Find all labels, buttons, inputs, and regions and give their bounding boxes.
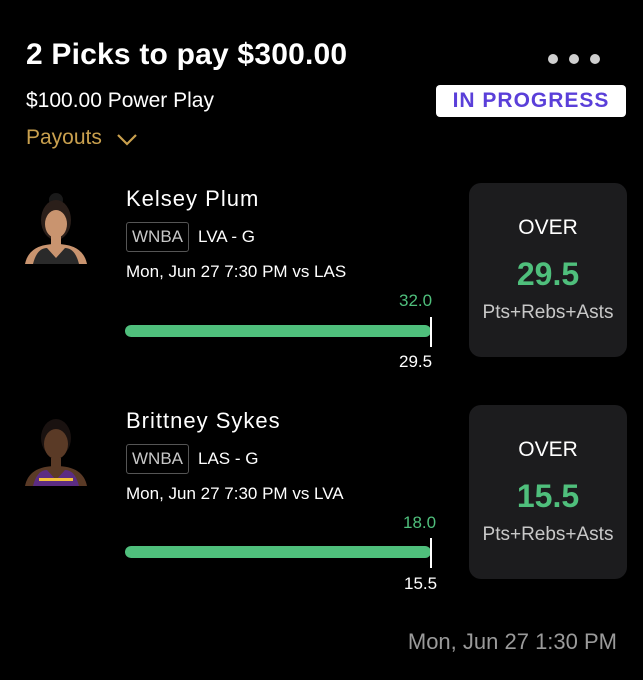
projection-card[interactable]: OVER 29.5 Pts+Rebs+Asts [469,183,627,357]
league-tag: WNBA [126,444,189,474]
progress-bar [125,325,431,337]
team-position: LAS - G [198,449,259,468]
payouts-toggle[interactable]: Payouts [26,126,138,150]
chevron-down-icon [117,134,137,146]
pick-direction: OVER [518,438,578,461]
actual-stat-value: 18.0 [403,513,437,532]
line-value: 29.5 [399,352,433,371]
player-avatar [17,408,95,486]
player-name[interactable]: Kelsey Plum [126,186,259,212]
line-marker [430,317,432,347]
menu-dot [548,54,558,64]
payouts-label: Payouts [26,126,102,149]
team-position: LVA - G [198,227,256,246]
entry-title: 2 Picks to pay $300.00 [26,38,348,71]
player-avatar [17,186,95,264]
more-options-icon[interactable] [548,53,600,65]
game-info: Mon, Jun 27 7:30 PM vs LAS [126,262,347,281]
player-meta: WNBA LVA - G [126,222,255,252]
pick-direction: OVER [518,216,578,239]
menu-dot [569,54,579,64]
line-value: 15.5 [404,574,438,593]
projection-card[interactable]: OVER 15.5 Pts+Rebs+Asts [469,405,627,579]
entry-subtitle: $100.00 Power Play [26,89,214,112]
projection-line: 15.5 [516,478,580,514]
league-tag: WNBA [126,222,189,252]
player-name[interactable]: Brittney Sykes [126,408,281,434]
stat-type: Pts+Rebs+Asts [482,302,614,323]
entry-timestamp: Mon, Jun 27 1:30 PM [407,629,617,654]
progress-bar [125,546,431,558]
stat-type: Pts+Rebs+Asts [482,524,614,545]
game-info: Mon, Jun 27 7:30 PM vs LVA [126,484,344,503]
actual-stat-value: 32.0 [399,291,433,310]
projection-line: 29.5 [516,256,580,292]
status-badge: IN PROGRESS [436,85,626,117]
menu-dot [590,54,600,64]
player-meta: WNBA LAS - G [126,444,258,474]
line-marker [430,538,432,568]
